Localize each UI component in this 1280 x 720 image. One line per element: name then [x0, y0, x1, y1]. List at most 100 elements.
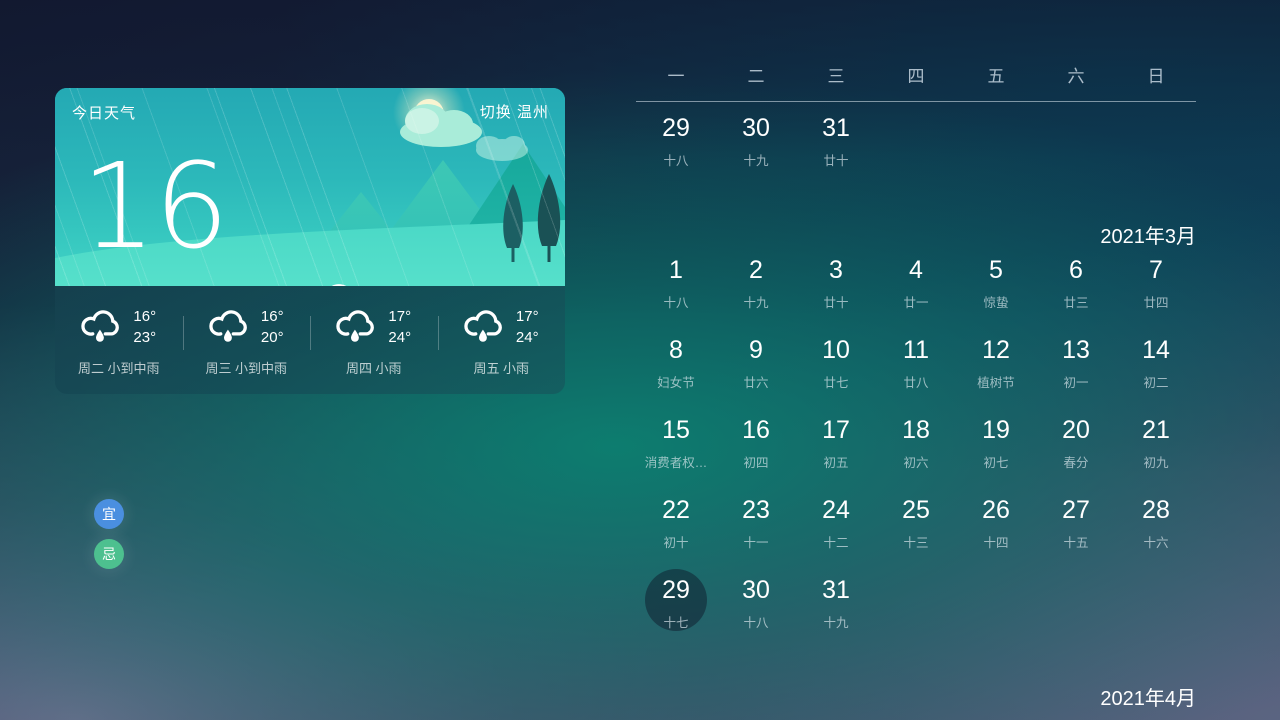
switch-city-button[interactable]: 切换 温州 [480, 101, 549, 122]
calendar-prev-month-row[interactable]: 29 十八 30 十九 31 廿十 [636, 102, 1196, 182]
calendar-day-cell[interactable]: 31 廿十 [796, 102, 876, 182]
lunar-label: 十五 [1063, 535, 1089, 550]
calendar-day-cell[interactable]: 4 廿一 [876, 244, 956, 324]
day-number: 8 [669, 335, 683, 364]
day-number: 5 [989, 255, 1003, 284]
day-number: 27 [1062, 495, 1090, 524]
yi-badge-icon[interactable]: 宜 [94, 499, 124, 529]
rain-cloud-icon [81, 308, 121, 349]
calendar-day-cell[interactable]: 10 廿七 [796, 324, 876, 404]
rain-cloud-icon [209, 308, 249, 349]
calendar-day-cell[interactable]: 8 妇女节 [636, 324, 716, 404]
calendar-day-cell[interactable]: 29 十八 [636, 102, 716, 182]
day-number: 31 [822, 113, 850, 142]
calendar-day-cell[interactable]: 31 十九 [796, 564, 876, 644]
calendar-day-cell[interactable]: 13 初一 [1036, 324, 1116, 404]
forecast-temps: 16° 20° [261, 307, 284, 348]
day-number: 11 [903, 335, 929, 364]
calendar-day-cell[interactable]: 7 廿四 [1116, 244, 1196, 324]
lunar-label: 廿十 [823, 295, 849, 310]
calendar-empty-cell [1036, 564, 1116, 644]
calendar-day-cell[interactable]: 16 初四 [716, 404, 796, 484]
almanac-badges: 宜 忌 [94, 499, 124, 569]
day-number: 9 [749, 335, 763, 364]
lunar-label: 十九 [743, 153, 769, 168]
calendar-day-cell[interactable]: 29 十七 [636, 564, 716, 644]
lunar-label: 十八 [663, 295, 689, 310]
calendar-day-cell[interactable]: 22 初十 [636, 484, 716, 564]
day-number: 13 [1062, 335, 1090, 364]
calendar-day-cell[interactable]: 30 十九 [716, 102, 796, 182]
day-number: 25 [902, 495, 930, 524]
lunar-label: 初十 [663, 535, 689, 550]
calendar-day-cell[interactable]: 26 十四 [956, 484, 1036, 564]
lunar-label: 初一 [1063, 375, 1089, 390]
month-label-next: 2021年4月 [1100, 688, 1196, 710]
calendar-day-cell[interactable]: 2 十九 [716, 244, 796, 324]
calendar-day-cell[interactable]: 11 廿八 [876, 324, 956, 404]
calendar-day-cell[interactable]: 20 春分 [1036, 404, 1116, 484]
calendar-day-cell[interactable]: 5 惊蛰 [956, 244, 1036, 324]
weekday-label: 日 [1147, 67, 1165, 86]
calendar-day-cell[interactable]: 28 十六 [1116, 484, 1196, 564]
lunar-label: 植树节 [977, 375, 1015, 390]
day-number: 4 [909, 255, 923, 284]
lunar-label: 初九 [1143, 455, 1169, 470]
calendar-panel[interactable]: 一二三四五六日 29 十八 30 十九 31 廿十 2021年3月 1 十八 2 十九 3 廿十 4 廿… [636, 62, 1196, 710]
day-number: 31 [822, 575, 850, 604]
calendar-day-cell[interactable]: 21 初九 [1116, 404, 1196, 484]
forecast-label: 周四 小雨 [345, 360, 402, 376]
calendar-day-cell[interactable]: 1 十八 [636, 244, 716, 324]
weather-widget[interactable]: 今日天气 切换 温州 16 16° / 23° 今日 小雨 空气质量 良 16°… [55, 88, 565, 394]
calendar-empty-cell [876, 564, 956, 644]
lunar-label: 十八 [663, 153, 689, 168]
day-number: 7 [1149, 255, 1163, 284]
forecast-high: 17° [515, 308, 539, 326]
weekday-label: 五 [987, 67, 1005, 86]
lunar-label: 春分 [1063, 455, 1089, 470]
calendar-empty-cell [956, 102, 1036, 182]
calendar-day-cell[interactable]: 24 十二 [796, 484, 876, 564]
calendar-day-cell[interactable]: 25 十三 [876, 484, 956, 564]
calendar-day-cell[interactable]: 6 廿三 [1036, 244, 1116, 324]
weather-card[interactable]: 今日天气 切换 温州 16 16° / 23° 今日 小雨 空气质量 良 [55, 88, 565, 286]
day-number: 22 [662, 495, 690, 524]
forecast-main: 17° 24° [464, 307, 539, 348]
calendar-day-cell[interactable]: 30 十八 [716, 564, 796, 644]
lunar-label: 十九 [743, 295, 769, 310]
ji-badge-icon[interactable]: 忌 [94, 539, 124, 569]
weekday-label: 三 [827, 67, 845, 86]
forecast-main: 17° 24° [336, 307, 411, 348]
calendar-day-cell[interactable]: 9 廿六 [716, 324, 796, 404]
calendar-empty-cell [1116, 564, 1196, 644]
forecast-main: 16° 23° [81, 307, 156, 348]
day-number: 29 [662, 575, 690, 604]
calendar-day-cell[interactable]: 17 初五 [796, 404, 876, 484]
calendar-day-cell[interactable]: 3 廿十 [796, 244, 876, 324]
day-number: 29 [662, 113, 690, 142]
calendar-day-cell[interactable]: 27 十五 [1036, 484, 1116, 564]
forecast-high: 16° [133, 308, 157, 326]
calendar-day-cell[interactable]: 15 消费者权… [636, 404, 716, 484]
calendar-empty-cell [1036, 102, 1116, 182]
calendar-day-cell[interactable]: 19 初七 [956, 404, 1036, 484]
day-number: 30 [742, 113, 770, 142]
weekday-label: 一 [667, 67, 685, 86]
lunar-label: 十九 [823, 615, 849, 630]
calendar-month-grid[interactable]: 1 十八 2 十九 3 廿十 4 廿一 5 惊蛰 6 廿三 7 廿四 8 妇女节 9 廿六 10 廿七 11 廿八 12 植树… [636, 244, 1196, 644]
current-temperature: 16 [81, 137, 229, 275]
lunar-label: 初二 [1143, 375, 1169, 390]
calendar-day-cell[interactable]: 12 植树节 [956, 324, 1036, 404]
day-number: 30 [742, 575, 770, 604]
forecast-item: 16° 23° 周二 小到中雨 [55, 303, 183, 376]
calendar-day-cell[interactable]: 23 十一 [716, 484, 796, 564]
lunar-label: 初四 [743, 455, 769, 470]
day-number: 1 [669, 255, 683, 284]
forecast-item: 16° 20° 周三 小到中雨 [182, 303, 311, 376]
calendar-day-cell[interactable]: 18 初六 [876, 404, 956, 484]
calendar-empty-cell [876, 102, 956, 182]
lunar-label: 十三 [903, 535, 929, 550]
calendar-empty-cell [1116, 102, 1196, 182]
lunar-label: 十八 [743, 615, 769, 630]
calendar-day-cell[interactable]: 14 初二 [1116, 324, 1196, 404]
